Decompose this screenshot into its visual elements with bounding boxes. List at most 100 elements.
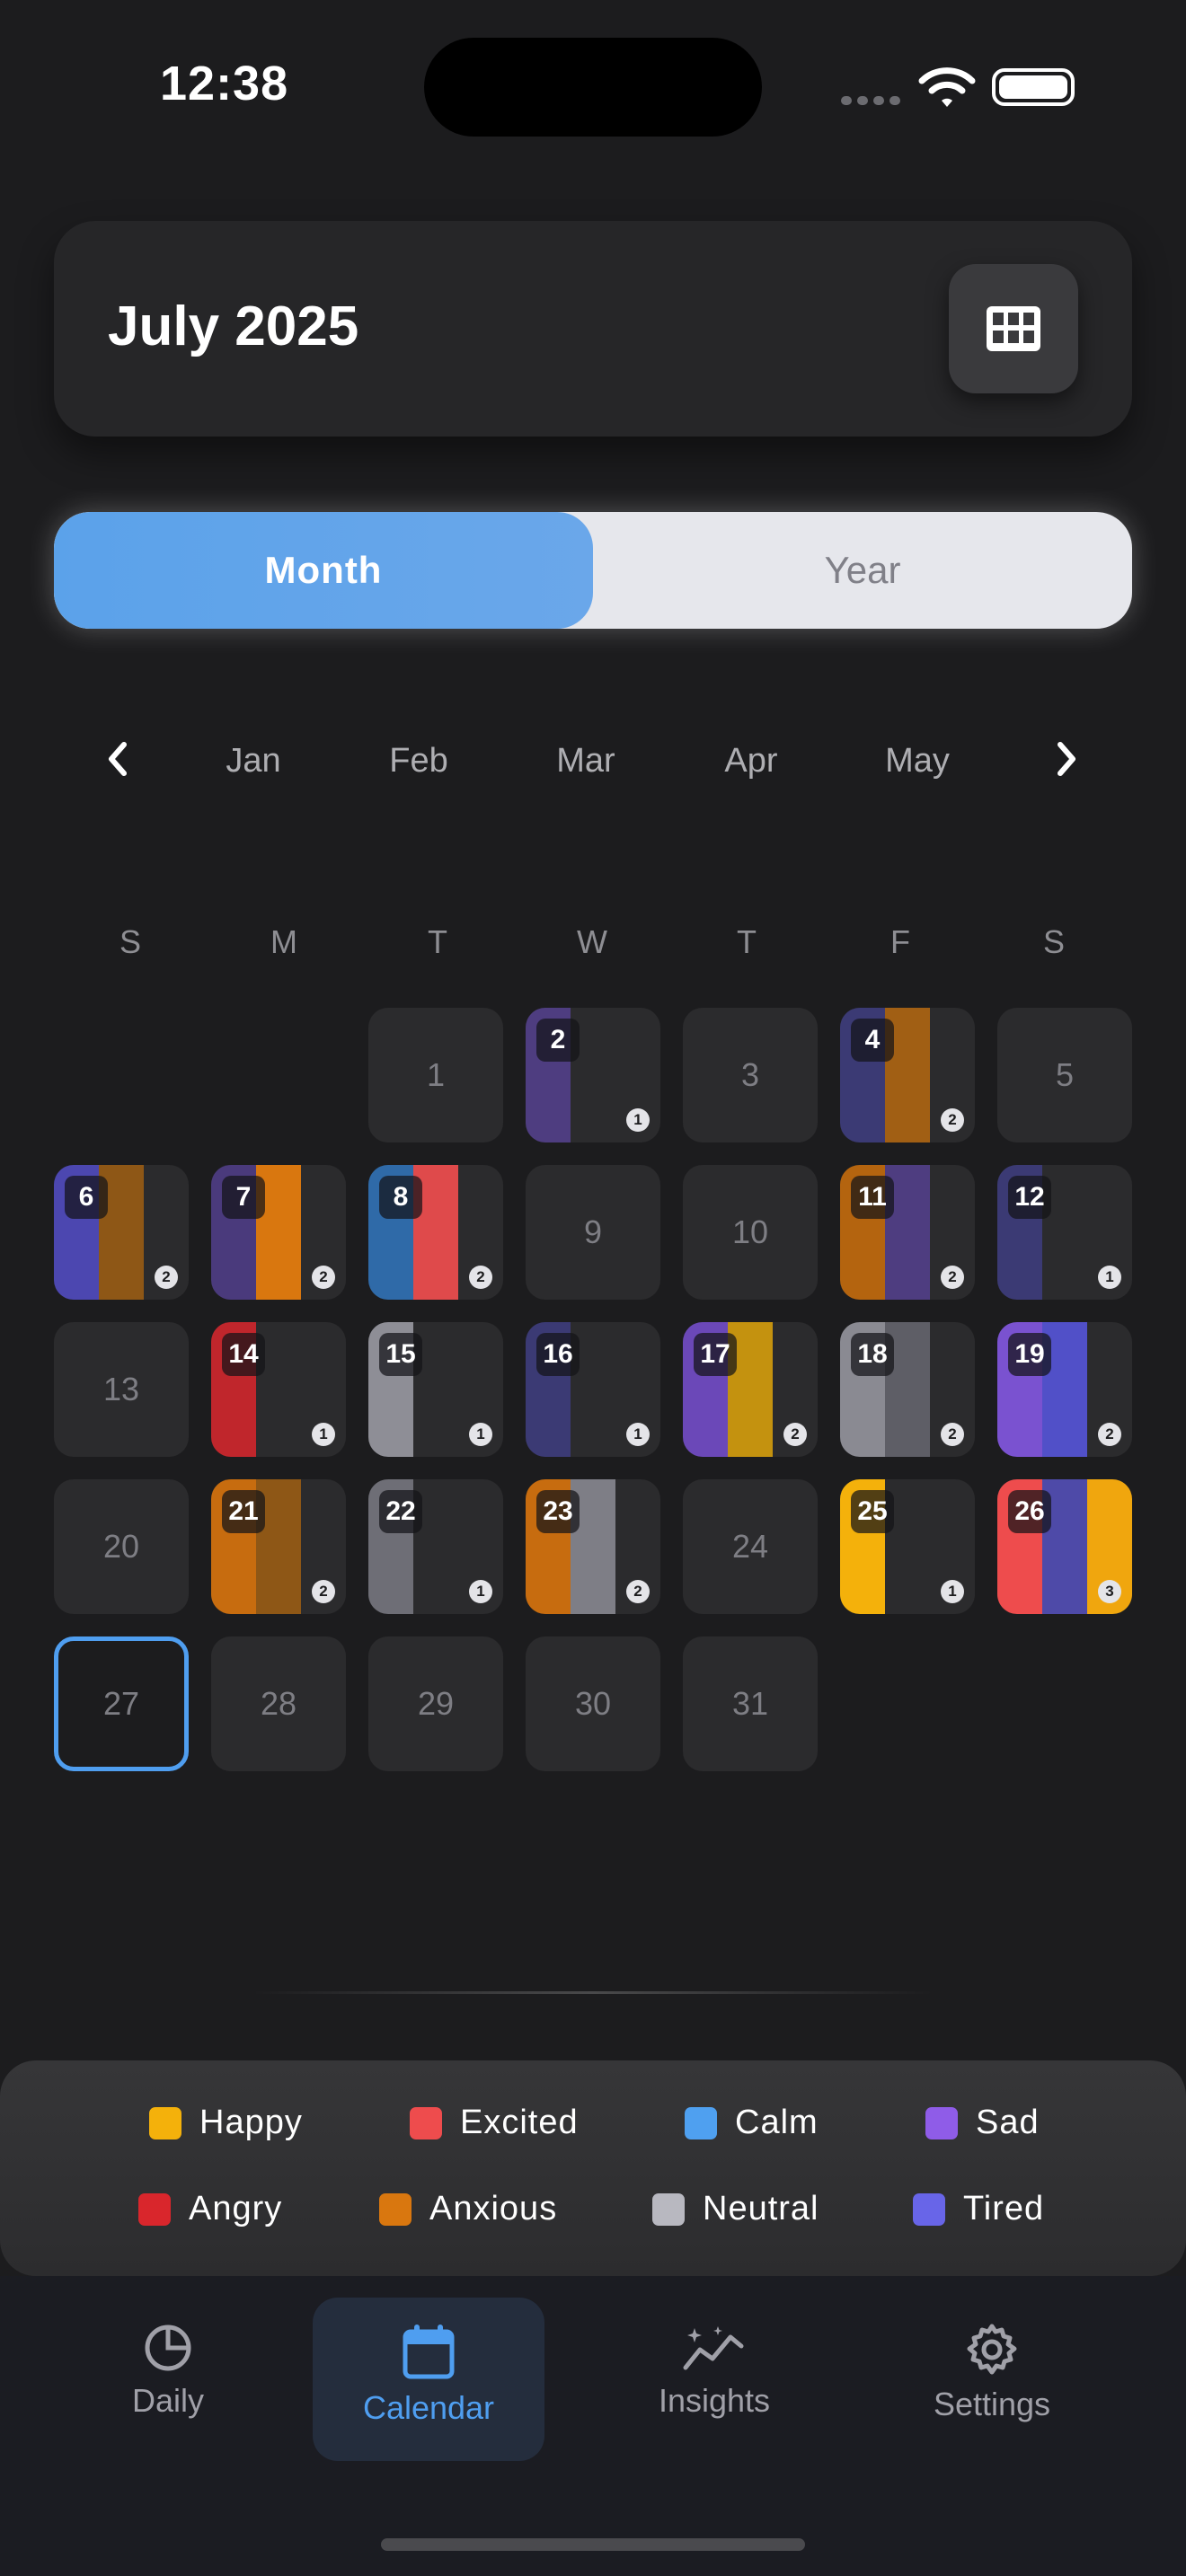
calendar-day-cell[interactable]: 20 bbox=[54, 1479, 189, 1614]
dynamic-island bbox=[424, 38, 762, 137]
calendar-day-cell[interactable]: 15 1 bbox=[368, 1322, 503, 1457]
tab-daily[interactable]: Daily bbox=[101, 2323, 235, 2420]
prev-month-button[interactable] bbox=[90, 728, 144, 790]
calendar-day-cell[interactable]: 16 1 bbox=[526, 1322, 660, 1457]
chevron-right-icon bbox=[1058, 742, 1075, 776]
weekday-fri: F bbox=[890, 923, 910, 960]
entry-count-badge: 2 bbox=[941, 1108, 964, 1132]
legend-swatch bbox=[925, 2106, 958, 2139]
day-number: 20 bbox=[102, 1528, 140, 1565]
day-number: 13 bbox=[102, 1371, 140, 1407]
tab-bar bbox=[0, 2276, 1186, 2576]
calendar-day-cell[interactable]: 14 1 bbox=[211, 1322, 346, 1457]
calendar-day-cell[interactable]: 3 bbox=[683, 1008, 818, 1142]
day-number-badge: 2 bbox=[536, 1019, 580, 1062]
calendar-day-cell[interactable]: 17 2 bbox=[683, 1322, 818, 1457]
entry-count-badge: 1 bbox=[1098, 1266, 1121, 1289]
calendar-day-cell[interactable]: 1 bbox=[368, 1008, 503, 1142]
calendar-day-cell[interactable]: 24 bbox=[683, 1479, 818, 1614]
month-item-may[interactable]: May bbox=[877, 742, 958, 781]
day-number-badge: 4 bbox=[851, 1019, 894, 1062]
entry-count-badge: 2 bbox=[155, 1266, 178, 1289]
month-item-apr[interactable]: Apr bbox=[713, 742, 789, 781]
day-number-badge: 12 bbox=[1008, 1176, 1051, 1219]
day-number-badge: 23 bbox=[536, 1490, 580, 1533]
weekday-wed: W bbox=[577, 923, 607, 960]
calendar-day-cell[interactable]: 21 2 bbox=[211, 1479, 346, 1614]
legend-item-sad: Sad bbox=[925, 2104, 1040, 2142]
calendar-day-cell[interactable]: 23 2 bbox=[526, 1479, 660, 1614]
calendar-day-cell[interactable]: 31 bbox=[683, 1636, 818, 1771]
calendar-day-cell[interactable]: 26 3 bbox=[997, 1479, 1132, 1614]
day-number-badge: 22 bbox=[379, 1490, 422, 1533]
weekday-mon: M bbox=[270, 923, 297, 960]
pie-chart-icon bbox=[145, 2325, 191, 2371]
month-tab[interactable]: Month bbox=[54, 512, 593, 629]
calendar-day-cell[interactable]: 28 bbox=[211, 1636, 346, 1771]
legend-item-anxious: Anxious bbox=[379, 2190, 557, 2228]
entry-count-badge: 1 bbox=[941, 1580, 964, 1603]
wifi-icon bbox=[918, 67, 976, 107]
year-tab[interactable]: Year bbox=[593, 512, 1132, 629]
calendar-day-cell[interactable]: 21 bbox=[526, 1008, 660, 1142]
calendar-day-cell[interactable]: 10 bbox=[683, 1165, 818, 1300]
day-number-badge: 19 bbox=[1008, 1333, 1051, 1376]
weekday-sun: S bbox=[119, 923, 141, 960]
entry-count-badge: 2 bbox=[312, 1266, 335, 1289]
day-number: 27 bbox=[102, 1685, 140, 1722]
legend-item-calm: Calm bbox=[685, 2104, 819, 2142]
day-number: 31 bbox=[731, 1685, 769, 1722]
calendar-icon bbox=[403, 2325, 455, 2379]
tab-settings[interactable]: Settings bbox=[902, 2323, 1082, 2423]
status-time: 12:38 bbox=[160, 57, 289, 110]
sparkle-trend-icon bbox=[683, 2326, 744, 2370]
entry-count-badge: 3 bbox=[1098, 1580, 1121, 1603]
calendar-day-cell[interactable]: 5 bbox=[997, 1008, 1132, 1142]
day-number: 5 bbox=[1055, 1056, 1075, 1093]
calendar-day-cell[interactable]: 18 2 bbox=[840, 1322, 975, 1457]
day-number-badge: 7 bbox=[222, 1176, 265, 1219]
calendar-day-cell[interactable]: 19 2 bbox=[997, 1322, 1132, 1457]
calendar-day-cell[interactable]: 13 bbox=[54, 1322, 189, 1457]
calendar-day-cell[interactable]: 22 1 bbox=[368, 1479, 503, 1614]
calendar-day-cell[interactable]: 25 1 bbox=[840, 1479, 975, 1614]
day-number-badge: 8 bbox=[379, 1176, 422, 1219]
day-number: 1 bbox=[426, 1056, 446, 1093]
day-number-badge: 21 bbox=[222, 1490, 265, 1533]
day-number-badge: 6 bbox=[65, 1176, 108, 1219]
tab-insights[interactable]: Insights bbox=[629, 2323, 800, 2420]
entry-count-badge: 2 bbox=[941, 1423, 964, 1446]
next-month-button[interactable] bbox=[1040, 728, 1094, 790]
month-item-feb[interactable]: Feb bbox=[381, 742, 456, 781]
calendar-day-cell[interactable]: 42 bbox=[840, 1008, 975, 1142]
calendar-day-cell[interactable]: 72 bbox=[211, 1165, 346, 1300]
legend-swatch bbox=[379, 2192, 412, 2226]
month-item-jan[interactable]: Jan bbox=[216, 742, 291, 781]
day-number-badge: 15 bbox=[379, 1333, 422, 1376]
day-number-badge: 16 bbox=[536, 1333, 580, 1376]
day-number: 30 bbox=[574, 1685, 612, 1722]
day-number-badge: 11 bbox=[851, 1176, 894, 1219]
calendar-day-cell[interactable]: 27 bbox=[54, 1636, 189, 1771]
calendar-day-cell[interactable]: 29 bbox=[368, 1636, 503, 1771]
day-number: 10 bbox=[731, 1213, 769, 1250]
tab-calendar[interactable]: Calendar bbox=[339, 2323, 518, 2427]
calendar-day-cell[interactable]: 12 1 bbox=[997, 1165, 1132, 1300]
mood-legend bbox=[0, 2060, 1186, 2276]
calendar-day-cell[interactable]: 9 bbox=[526, 1165, 660, 1300]
legend-item-angry: Angry bbox=[138, 2190, 282, 2228]
legend-item-neutral: Neutral bbox=[652, 2190, 819, 2228]
month-item-mar[interactable]: Mar bbox=[548, 742, 624, 781]
day-number-badge: 17 bbox=[694, 1333, 737, 1376]
calendar-day-cell[interactable]: 30 bbox=[526, 1636, 660, 1771]
grid-view-button[interactable] bbox=[949, 264, 1078, 393]
entry-count-badge: 2 bbox=[626, 1580, 650, 1603]
home-indicator bbox=[381, 2538, 805, 2551]
legend-item-happy: Happy bbox=[149, 2104, 303, 2142]
calendar-day-cell[interactable]: 62 bbox=[54, 1165, 189, 1300]
calendar-day-cell[interactable]: 82 bbox=[368, 1165, 503, 1300]
divider bbox=[252, 1991, 934, 1994]
legend-swatch bbox=[149, 2106, 181, 2139]
calendar-day-cell[interactable]: 11 2 bbox=[840, 1165, 975, 1300]
weekday-sat: S bbox=[1042, 923, 1065, 960]
